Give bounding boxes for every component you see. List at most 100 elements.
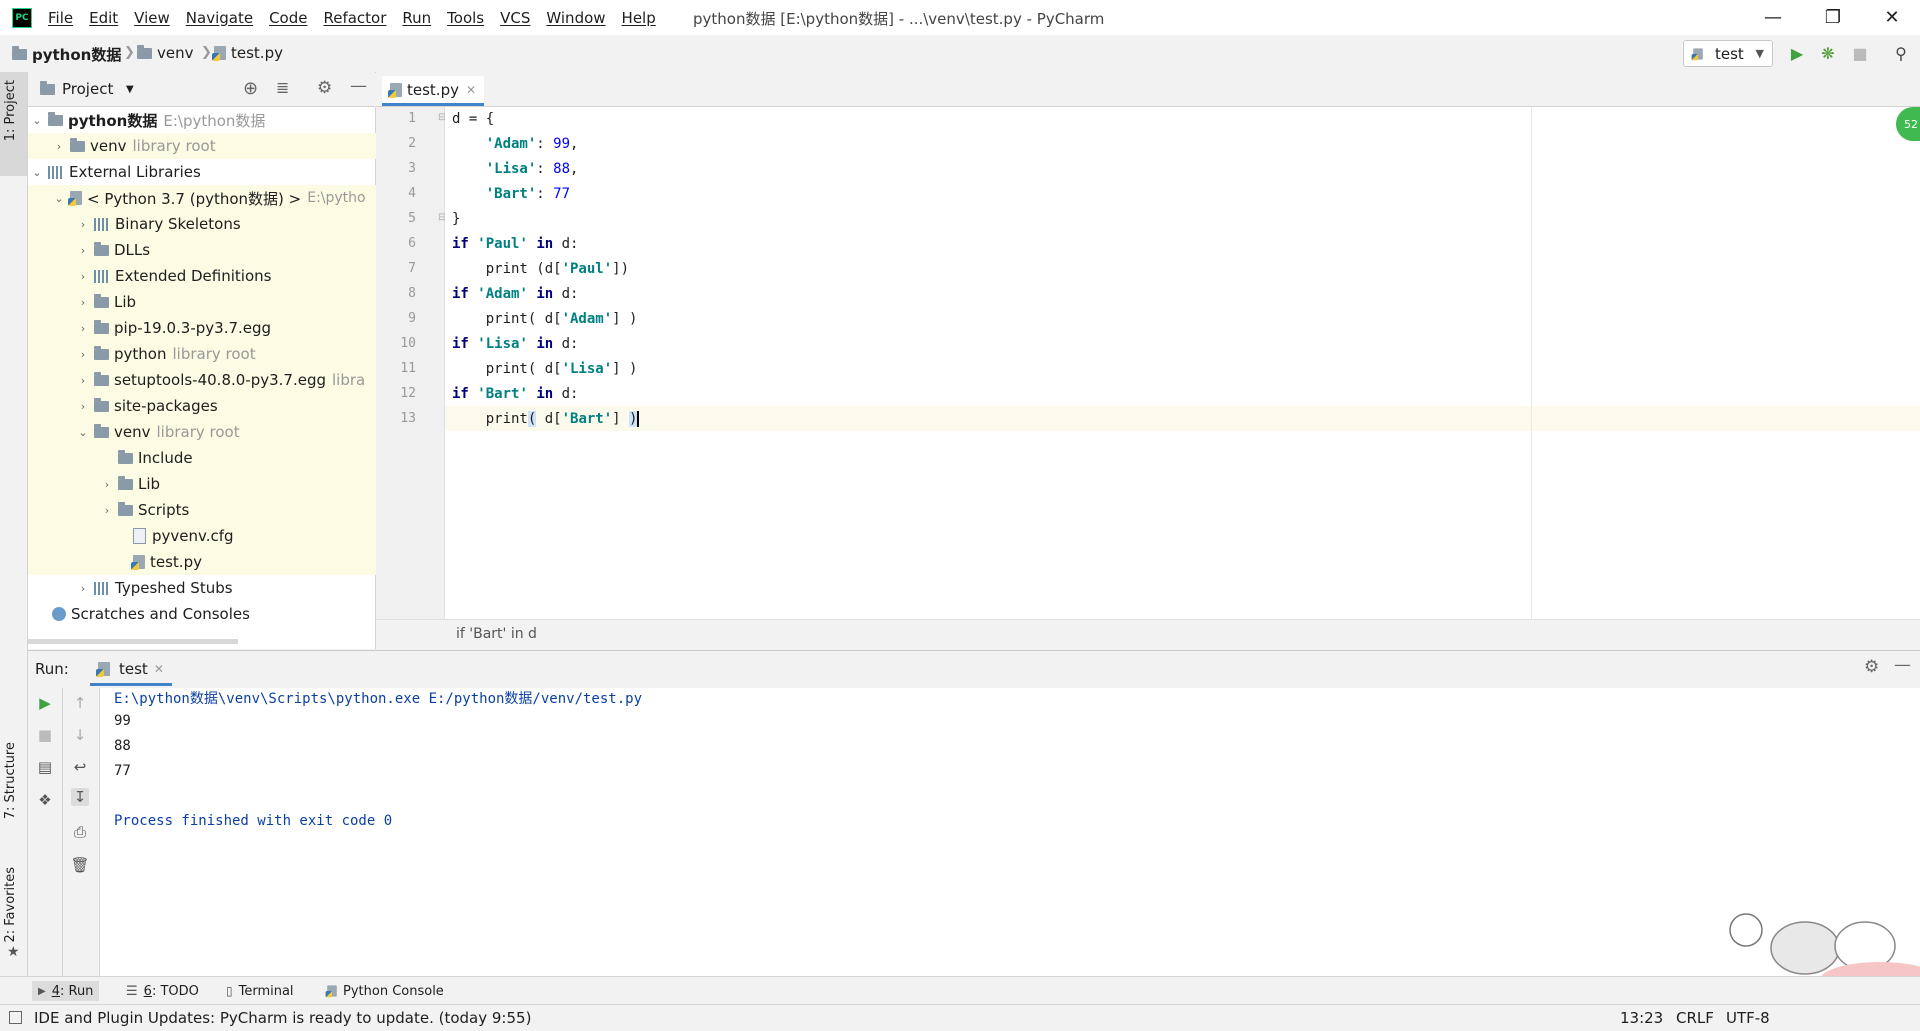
tree-item-site-packages[interactable]: › site-packages [28,393,423,419]
code-editor[interactable]: d = { 'Adam': 99, 'Lisa': 88, 'Bart': 77… [445,107,1920,619]
console-line: E:\python数据\venv\Scripts\python.exe E:/p… [114,691,643,707]
tree-item-dlls[interactable]: › DLLs [28,237,423,263]
tree-item-project-root[interactable]: ⌄ python数据 E:\python数据 [28,107,375,133]
tool-tab-terminal[interactable]: ▯ Terminal [220,981,300,1001]
caret-position[interactable]: 13:23 [1620,1009,1663,1027]
chevron-right-icon[interactable]: › [76,348,90,361]
tool-tab-structure[interactable]: 7: Structure [3,742,18,819]
code-line-10: if 'Lisa' in d: [452,336,579,352]
tool-tab-favorites[interactable]: 2: Favorites [3,867,18,943]
chevron-right-icon[interactable]: › [52,140,66,153]
chevron-right-icon[interactable]: › [76,270,90,283]
chevron-right-icon[interactable]: › [76,400,90,413]
stop-icon[interactable]: ■ [36,726,54,744]
print-icon[interactable]: ⎙ [71,823,89,841]
status-message[interactable]: IDE and Plugin Updates: PyCharm is ready… [34,1009,531,1027]
breadcrumb-file[interactable]: test.py [212,44,283,62]
tree-item-venv-lib[interactable]: ⌄ venv library root [28,419,423,445]
tree-item-lib[interactable]: › Lib [28,289,423,315]
menu-code[interactable]: Code [269,9,307,27]
horizontal-scrollbar[interactable] [28,639,238,644]
chevron-right-icon[interactable]: › [100,504,114,517]
close-tab-icon[interactable]: ✕ [154,662,164,676]
line-number: 10 [400,336,416,351]
rerun-icon[interactable]: ▶ [36,694,54,712]
menu-navigate[interactable]: Navigate [186,9,253,27]
line-separator[interactable]: CRLF [1676,1009,1714,1027]
locate-icon[interactable]: ⊕ [243,78,258,99]
menu-edit[interactable]: Edit [89,9,118,27]
down-arrow-icon[interactable]: ↓ [71,726,89,744]
tree-item-venv[interactable]: › venv library root [28,133,399,159]
menu-refactor[interactable]: Refactor [323,9,386,27]
tree-item-scratches[interactable]: Scratches and Consoles [28,601,399,627]
chevron-right-icon[interactable]: › [76,582,90,595]
menu-tools[interactable]: Tools [447,9,484,27]
chevron-right-icon[interactable]: › [76,218,90,231]
restore-icon[interactable]: ❐ [1805,0,1861,35]
tool-tab-run[interactable]: ▶ 4: Run [32,981,100,1001]
debug-icon[interactable]: ❋ [1818,43,1838,63]
tree-item-python-sdk[interactable]: ⌄ < Python 3.7 (python数据) > E:\pytho [28,185,399,211]
chevron-down-icon[interactable]: ⌄ [30,166,44,179]
close-icon[interactable]: ✕ [1864,0,1920,35]
run-tab-test[interactable]: test ✕ [90,655,172,686]
tree-item-binary-skeletons[interactable]: › Binary Skeletons [28,211,423,237]
collapse-all-icon[interactable]: ≣ [276,78,289,97]
console-output[interactable]: E:\python数据\venv\Scripts\python.exe E:/p… [100,688,1920,976]
menu-view[interactable]: View [134,9,170,27]
breadcrumb-venv-label: venv [157,44,194,62]
minimize-icon[interactable]: — [1745,0,1801,35]
tree-item-pip-egg[interactable]: › pip-19.0.3-py3.7.egg [28,315,423,341]
tree-label: Extended Definitions [115,267,272,285]
tool-tab-todo[interactable]: ☰ 6: TODO [120,981,205,1001]
tree-item-python[interactable]: › python library root [28,341,423,367]
chevron-right-icon[interactable]: › [76,374,90,387]
tree-item-extended-definitions[interactable]: › Extended Definitions [28,263,423,289]
chevron-right-icon[interactable]: › [76,322,90,335]
chevron-down-icon: ▼ [1755,47,1764,60]
gear-icon[interactable]: ⚙ [1864,657,1879,677]
code-breadcrumb[interactable]: if 'Bart' in d [456,626,537,642]
chevron-down-icon[interactable]: ▼ [126,84,134,95]
soft-wrap-icon[interactable]: ↩ [71,758,89,776]
tree-item-external-libraries[interactable]: ⌄ External Libraries [28,159,375,185]
run-configuration-select[interactable]: test ▼ [1683,40,1773,67]
tree-item-typeshed-stubs[interactable]: › Typeshed Stubs [28,575,423,601]
stop-icon[interactable]: ■ [1850,43,1870,63]
chevron-down-icon[interactable]: ⌄ [76,426,90,439]
pin-icon[interactable]: ❖ [36,791,54,809]
tool-tab-project[interactable]: 1: Project [3,80,18,141]
scroll-to-end-icon[interactable]: ↧ [71,788,89,806]
restore-layout-icon[interactable]: ▤ [36,758,54,776]
chevron-right-icon[interactable]: › [76,244,90,257]
chevron-down-icon[interactable]: ⌄ [52,192,66,205]
tool-tab-python-console[interactable]: Python Console [320,981,450,1001]
tab-label: Terminal [238,983,294,999]
chevron-right-icon[interactable]: › [76,296,90,309]
tree-item-setuptools-egg[interactable]: › setuptools-40.8.0-py3.7.egg libra [28,367,423,393]
menu-help[interactable]: Help [622,9,656,27]
search-icon[interactable]: ⚲ [1891,43,1911,63]
notification-badge[interactable]: 52 [1896,107,1920,141]
chevron-right-icon[interactable]: › [100,478,114,491]
chevron-down-icon[interactable]: ⌄ [30,114,44,127]
tab-test-py[interactable]: test.py ✕ [382,76,485,106]
menu-run[interactable]: Run [402,9,431,27]
file-encoding[interactable]: UTF-8 [1726,1009,1770,1027]
menu-file[interactable]: File [48,9,73,27]
up-arrow-icon[interactable]: ↑ [71,694,89,712]
toggle-tool-windows-icon[interactable] [9,1011,22,1024]
hide-panel-icon[interactable]: — [1894,655,1911,675]
menu-vcs[interactable]: VCS [500,9,530,27]
menu-window[interactable]: Window [546,9,605,27]
close-tab-icon[interactable]: ✕ [466,83,476,97]
gear-icon[interactable]: ⚙ [317,78,332,98]
run-icon[interactable]: ▶ [1787,43,1807,63]
project-view-select[interactable]: Project [62,80,113,98]
breadcrumb-venv[interactable]: venv [137,44,194,62]
run-icon: ▶ [38,985,46,997]
hide-panel-icon[interactable]: — [350,76,367,96]
breadcrumb-project[interactable]: python数据 [12,44,121,65]
trash-icon[interactable]: 🗑 [70,856,89,874]
